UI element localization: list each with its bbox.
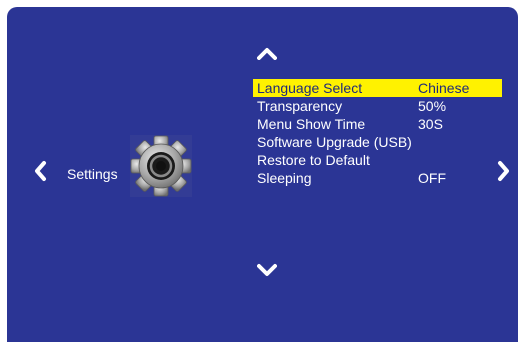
menu-item-sleeping[interactable]: Sleeping OFF bbox=[253, 169, 502, 187]
menu-item-value: Chinese bbox=[418, 80, 470, 96]
settings-menu: Language Select Chinese Transparency 50%… bbox=[253, 79, 502, 187]
chevron-right-icon[interactable] bbox=[497, 160, 511, 182]
menu-item-transparency[interactable]: Transparency 50% bbox=[253, 97, 502, 115]
menu-item-label: Menu Show Time bbox=[257, 116, 366, 132]
menu-item-label: Sleeping bbox=[257, 170, 312, 186]
menu-item-menu-show-time[interactable]: Menu Show Time 30S bbox=[253, 115, 502, 133]
menu-item-value: 30S bbox=[418, 116, 443, 132]
menu-item-value: 50% bbox=[418, 98, 447, 114]
menu-item-label: Language Select bbox=[257, 80, 363, 96]
menu-item-label: Restore to Default bbox=[257, 152, 370, 168]
chevron-left-icon[interactable] bbox=[33, 160, 47, 182]
menu-item-language-select[interactable]: Language Select Chinese bbox=[253, 79, 502, 97]
menu-item-restore-default[interactable]: Restore to Default bbox=[253, 151, 502, 169]
menu-item-value: OFF bbox=[418, 170, 446, 186]
menu-item-label: Transparency bbox=[257, 98, 343, 114]
menu-item-software-upgrade[interactable]: Software Upgrade (USB) bbox=[253, 133, 502, 151]
gear-icon bbox=[130, 135, 192, 197]
category-label: Settings bbox=[67, 166, 118, 182]
chevron-down-icon[interactable] bbox=[257, 263, 277, 277]
menu-item-label: Software Upgrade (USB) bbox=[257, 134, 412, 150]
chevron-up-icon[interactable] bbox=[257, 46, 277, 60]
